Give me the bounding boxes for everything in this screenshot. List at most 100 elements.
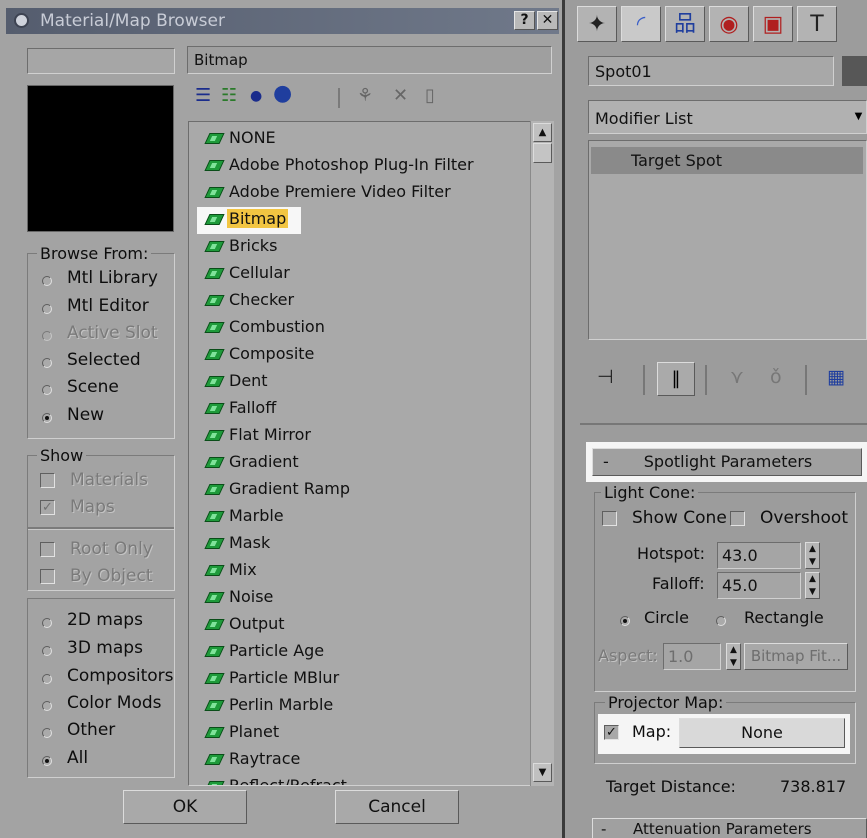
list-item[interactable]: Perlin Marble (204, 693, 547, 720)
falloff-spinner-icon[interactable]: ▲ ▼ (805, 572, 820, 599)
show-cone-checkbox[interactable]: Show Cone (602, 508, 732, 532)
clear-library-icon[interactable]: ▯ (425, 86, 435, 106)
create-tab-icon[interactable]: ✦ (577, 6, 617, 42)
list-item-label: Adobe Photoshop Plug-In Filter (229, 155, 474, 174)
projector-map-button[interactable]: None (679, 718, 845, 748)
radio-all[interactable]: All (40, 748, 170, 772)
list-item[interactable]: Output (204, 612, 547, 639)
list-item[interactable]: Particle Age (204, 639, 547, 666)
delete-icon[interactable]: ✕ (393, 86, 408, 106)
list-item[interactable]: Gradient Ramp (204, 477, 547, 504)
radio-rectangle[interactable]: Rectangle (716, 608, 856, 632)
radio-selected[interactable]: Selected (40, 350, 170, 374)
map-type-icon (204, 646, 225, 657)
falloff-input[interactable]: 45.0 (717, 572, 801, 599)
map-type-icon (204, 700, 225, 711)
list-item[interactable]: Cellular (204, 261, 547, 288)
radio-label: 2D maps (67, 610, 143, 630)
list-item[interactable]: Adobe Photoshop Plug-In Filter (204, 153, 547, 180)
list-item[interactable]: Flat Mirror (204, 423, 547, 450)
radio-icon (42, 618, 52, 628)
list-item-label: Marble (229, 506, 284, 525)
list-item[interactable]: Falloff (204, 396, 547, 423)
update-scene-materials-icon[interactable]: ⚘ (357, 86, 373, 106)
list-item[interactable]: Composite (204, 342, 547, 369)
make-unique-icon[interactable]: ⋎ (730, 366, 744, 388)
aspect-spinner-icon: ▲ ▼ (726, 643, 741, 670)
display-tab-icon[interactable]: ▣ (753, 6, 793, 42)
radio-color-mods[interactable]: Color Mods (40, 693, 170, 717)
view-list-icon[interactable]: ☰ (195, 86, 211, 106)
projector-map-checkbox[interactable]: ✓ Map: (604, 722, 679, 746)
cancel-button[interactable]: Cancel (335, 790, 459, 824)
radio-3d-maps[interactable]: 3D maps (40, 638, 170, 662)
map-type-icon (204, 565, 225, 576)
toolbar-divider (705, 365, 707, 395)
help-button[interactable]: ? (514, 11, 535, 30)
show-end-result-icon[interactable]: ‖ (657, 362, 695, 396)
scroll-down-icon[interactable]: ▼ (533, 763, 552, 782)
title-bar[interactable]: Material/Map Browser ? ✕ (6, 8, 559, 34)
view-small-icons-icon[interactable]: ● (250, 86, 262, 106)
remove-modifier-icon[interactable]: ǒ (770, 366, 782, 388)
list-item[interactable]: Raytrace (204, 747, 547, 774)
list-item[interactable]: NONE (204, 126, 547, 153)
map-type-icon (204, 511, 225, 522)
show-label: Show (37, 446, 87, 465)
scroll-thumb[interactable] (533, 143, 552, 163)
list-item[interactable]: Checker (204, 288, 547, 315)
modifier-stack[interactable]: Target Spot (588, 140, 867, 340)
spotlight-parameters-rollout[interactable]: - Spotlight Parameters (592, 448, 862, 476)
material-name-field[interactable] (27, 48, 175, 74)
list-item[interactable]: Adobe Premiere Video Filter (204, 180, 547, 207)
ok-button[interactable]: OK (123, 790, 247, 824)
scroll-up-icon[interactable]: ▲ (533, 123, 552, 142)
radio-other[interactable]: Other (40, 720, 170, 744)
radio-scene[interactable]: Scene (40, 377, 170, 401)
list-item[interactable]: Noise (204, 585, 547, 612)
list-item[interactable]: Reflect/Refract (204, 774, 547, 785)
utilities-tab-icon[interactable]: T (797, 6, 837, 42)
chevron-down-icon[interactable]: ▼ (850, 100, 867, 134)
list-item[interactable]: Bitmap (197, 207, 301, 234)
list-item[interactable]: Bricks (204, 234, 547, 261)
hotspot-spinner-icon[interactable]: ▲ ▼ (805, 542, 820, 569)
list-item[interactable]: Planet (204, 720, 547, 747)
light-cone-label: Light Cone: (601, 483, 699, 502)
map-type-icon (204, 592, 225, 603)
hotspot-input[interactable]: 43.0 (717, 542, 801, 569)
close-button[interactable]: ✕ (537, 11, 558, 30)
view-list-icons-icon[interactable]: ☷ (221, 86, 237, 106)
modify-tab-icon[interactable]: ◜ (621, 6, 661, 42)
modifier-list-dropdown[interactable]: Modifier List (588, 100, 867, 134)
list-item[interactable]: Particle MBlur (204, 666, 547, 693)
radio-mtl-library[interactable]: Mtl Library (40, 268, 170, 292)
map-list[interactable]: NONE Adobe Photoshop Plug-In Filter Adobe … (188, 121, 554, 786)
divider (28, 527, 174, 530)
list-scrollbar[interactable]: ▲ ▼ (530, 121, 554, 786)
hierarchy-tab-icon[interactable]: 品 (665, 6, 705, 42)
view-large-icons-icon[interactable]: ● (273, 83, 292, 105)
stack-item-target-spot[interactable]: Target Spot (591, 147, 863, 174)
list-item[interactable]: Marble (204, 504, 547, 531)
list-item[interactable]: Mask (204, 531, 547, 558)
radio-active-slot: Active Slot (40, 323, 170, 347)
attenuation-parameters-rollout[interactable]: - Attenuation Parameters (592, 818, 867, 838)
list-item-label: Gradient Ramp (229, 479, 351, 498)
object-color-swatch[interactable] (842, 56, 867, 86)
motion-tab-icon[interactable]: ◉ (709, 6, 749, 42)
list-item[interactable]: Dent (204, 369, 547, 396)
list-item[interactable]: Combustion (204, 315, 547, 342)
list-item[interactable]: Gradient (204, 450, 547, 477)
radio-compositors[interactable]: Compositors (40, 666, 174, 690)
configure-sets-icon[interactable]: ▦ (827, 366, 845, 388)
radio-circle[interactable]: Circle (620, 608, 720, 632)
radio-new[interactable]: New (40, 405, 170, 429)
map-type-icon (204, 727, 225, 738)
overshoot-checkbox[interactable]: Overshoot (730, 508, 852, 532)
list-item[interactable]: Mix (204, 558, 547, 585)
radio-mtl-editor[interactable]: Mtl Editor (40, 296, 170, 320)
object-name-field[interactable]: Spot01 (588, 56, 834, 86)
radio-2d-maps[interactable]: 2D maps (40, 610, 170, 634)
pin-stack-icon[interactable]: ⊣ (597, 366, 614, 388)
